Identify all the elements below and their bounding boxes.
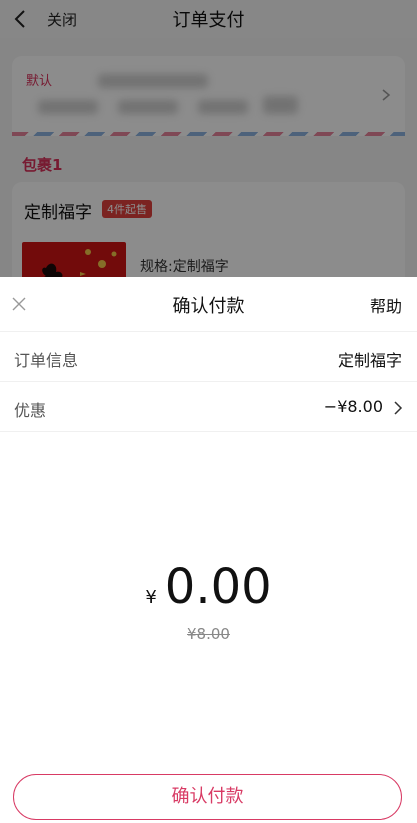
confirm-payment-button[interactable]: 确认付款 (13, 774, 402, 820)
currency-symbol: ¥ (145, 587, 157, 608)
order-info-row: 订单信息 定制福字 (0, 332, 417, 382)
chevron-right-icon[interactable] (392, 400, 404, 416)
order-payment-screen: 关闭 订单支付 默认 包裹1 定制福字 4件起售 规格:定制福字 确认付款 帮助… (0, 0, 417, 823)
help-link[interactable]: 帮助 (370, 293, 402, 317)
sheet-title: 确认付款 (172, 296, 245, 317)
confirm-payment-sheet: 确认付款 帮助 订单信息 定制福字 优惠 −¥8.00 ¥ 0.00 ¥8.00… (0, 277, 417, 823)
payment-amount: ¥ 0.00 (0, 563, 417, 611)
amount-value: 0.00 (164, 559, 272, 615)
discount-label: 优惠 (14, 401, 47, 420)
sheet-header: 确认付款 帮助 (0, 277, 417, 332)
discount-value: −¥8.00 (323, 397, 383, 416)
order-info-value: 定制福字 (337, 351, 402, 370)
original-price: ¥8.00 (187, 625, 230, 643)
discount-row[interactable]: 优惠 −¥8.00 (0, 382, 417, 432)
order-info-label: 订单信息 (14, 351, 79, 370)
